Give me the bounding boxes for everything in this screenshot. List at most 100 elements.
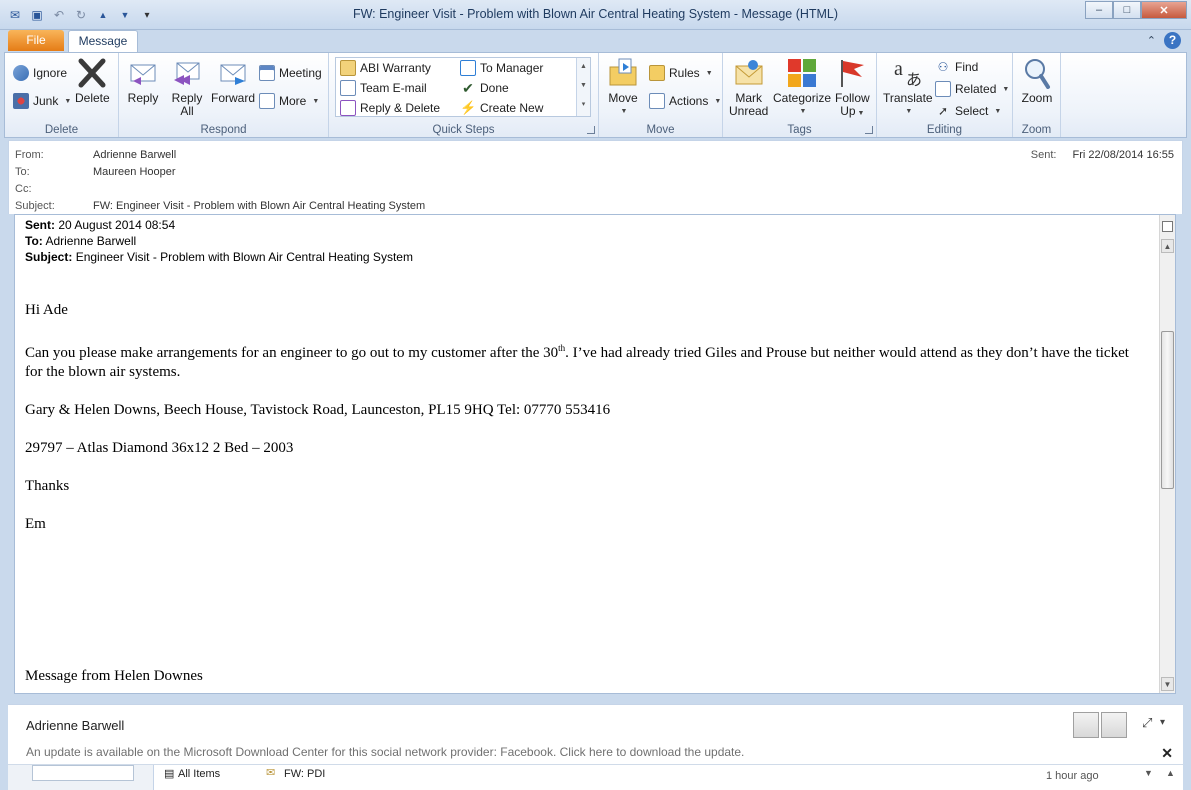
customer-address: Gary & Helen Downs, Beech House, Tavisto… — [25, 402, 611, 418]
avatar[interactable] — [1101, 712, 1127, 738]
minimize-button[interactable]: – — [1085, 1, 1113, 19]
cursor-icon: ➚ — [937, 104, 949, 118]
model-details: 29797 – Atlas Diamond 36x12 2 Bed – 2003 — [25, 440, 294, 456]
group-quick-steps: ABI Warranty Team E-mail Reply & Delete … — [329, 53, 599, 137]
message-body[interactable]: Sent: 20 August 2014 08:54 To: Adrienne … — [14, 214, 1176, 694]
calendar-icon — [259, 65, 275, 81]
lightning-icon: ⚡ — [460, 100, 477, 115]
greeting: Hi Ade — [25, 302, 68, 318]
select-button[interactable]: ➚ Select ▼ — [935, 101, 1001, 121]
junk-button[interactable]: Junk ▼ — [13, 91, 71, 111]
quick-steps-scroll[interactable]: ▲ ▼ ▾ — [576, 58, 590, 116]
vertical-scrollbar[interactable]: ▲ ▼ — [1159, 215, 1175, 693]
activity-list: ▤ All Items ✉ FW: PDI 1 hour ago ▼ ▲ — [153, 765, 1183, 790]
all-items-label[interactable]: All Items — [178, 768, 220, 780]
message-header: From: Adrienne Barwell To: Maureen Hoope… — [8, 140, 1183, 214]
footer-text: Message from Helen Downes — [25, 668, 203, 684]
delete-x-icon — [78, 58, 106, 88]
thanks-text: Thanks — [25, 478, 70, 494]
expand-icon[interactable]: ⤢ — [1142, 715, 1152, 731]
tags-launcher-icon[interactable] — [865, 126, 873, 134]
reply-all-button[interactable]: Reply All — [171, 57, 203, 118]
group-tags: Mark Unread Categorize ▼ Follow Up ▼ Tags — [723, 53, 877, 137]
junk-icon — [13, 93, 29, 109]
chevron-down-icon[interactable]: ▾ — [1160, 717, 1165, 728]
more-button[interactable]: More ▼ — [259, 91, 319, 111]
avatar[interactable] — [1073, 712, 1099, 738]
group-delete: Ignore Junk ▼ Delete Delete — [5, 53, 119, 137]
tab-message[interactable]: Message — [68, 30, 138, 53]
close-icon[interactable]: ✕ — [1161, 745, 1173, 762]
find-button[interactable]: ⚇ Find — [935, 57, 979, 77]
rules-button[interactable]: Rules ▼ — [649, 63, 713, 83]
zoom-button[interactable]: Zoom — [1021, 57, 1053, 105]
people-pane-name[interactable]: Adrienne Barwell — [26, 718, 124, 733]
group-label-editing: Editing — [926, 124, 963, 136]
quick-step-done[interactable]: ✔ Done — [460, 78, 509, 98]
help-icon[interactable]: ? — [1164, 32, 1181, 49]
collapse-ribbon-icon[interactable]: ⌃ — [1147, 34, 1156, 47]
rules-icon — [649, 65, 665, 81]
scroll-up-arrow-icon[interactable]: ▲ — [1161, 239, 1174, 253]
quick-step-abi-warranty[interactable]: ABI Warranty — [340, 58, 431, 78]
request-paragraph: Can you please make arrangements for an … — [25, 343, 1129, 380]
actions-button[interactable]: Actions ▼ — [649, 91, 721, 111]
scroll-up-icon[interactable]: ▲ — [577, 58, 590, 76]
activity-strip: ▤ All Items ✉ FW: PDI 1 hour ago ▼ ▲ — [8, 764, 1183, 790]
activity-item-subject[interactable]: FW: PDI — [284, 768, 325, 780]
people-pane-toggle-icon[interactable] — [1162, 221, 1173, 232]
forwarded-sent: Sent: 20 August 2014 08:54 — [25, 218, 176, 232]
ignore-button[interactable]: Ignore — [13, 63, 67, 83]
magnifier-icon — [1025, 59, 1050, 89]
chevron-down-icon[interactable]: ▼ — [1144, 768, 1153, 778]
delete-button[interactable]: Delete — [75, 57, 110, 105]
translate-button[interactable]: aあ Translate ▼ — [883, 57, 933, 118]
subject-value: FW: Engineer Visit - Problem with Blown … — [93, 200, 426, 212]
group-editing: aあ Translate ▼ ⚇ Find Related ▼ ➚ Select ▼… — [877, 53, 1013, 137]
related-button[interactable]: Related ▼ — [935, 79, 1009, 99]
categorize-icon — [788, 59, 817, 87]
reply-icon — [130, 64, 156, 85]
related-icon — [935, 81, 951, 97]
group-label-tags: Tags — [787, 124, 812, 136]
reply-button[interactable]: Reply — [127, 57, 159, 105]
meeting-button[interactable]: Meeting — [259, 63, 322, 83]
move-button[interactable]: Move ▼ — [607, 57, 639, 118]
expand-gallery-icon[interactable]: ▾ — [577, 96, 590, 114]
quick-step-create-new[interactable]: ⚡ Create New — [460, 98, 543, 118]
quick-step-to-manager[interactable]: To Manager — [460, 58, 543, 78]
filter-box[interactable] — [32, 765, 134, 781]
to-value[interactable]: Maureen Hooper — [93, 166, 176, 178]
categorize-button[interactable]: Categorize ▼ — [773, 57, 831, 118]
sent-label: Sent: — [1030, 149, 1057, 161]
flag-icon — [841, 60, 865, 87]
close-button[interactable]: ✕ — [1141, 1, 1187, 19]
message-content: Sent: 20 August 2014 08:54 To: Adrienne … — [25, 217, 1149, 686]
checkmark-icon: ✔ — [462, 79, 474, 96]
quick-step-reply-delete[interactable]: Reply & Delete — [340, 98, 440, 118]
mark-unread-button[interactable]: Mark Unread — [729, 57, 768, 118]
svg-text:あ: あ — [906, 70, 922, 89]
update-notice[interactable]: An update is available on the Microsoft … — [26, 745, 744, 759]
people-pane: Adrienne Barwell ⤢ ▾ An update is availa… — [8, 704, 1183, 790]
scroll-down-arrow-icon[interactable]: ▼ — [1161, 677, 1174, 691]
group-label-delete: Delete — [44, 124, 79, 136]
cc-label: Cc: — [15, 183, 32, 195]
scroll-down-icon[interactable]: ▼ — [577, 76, 590, 96]
from-value[interactable]: Adrienne Barwell — [93, 149, 176, 161]
group-label-move: Move — [646, 124, 675, 136]
forwarded-to: To: Adrienne Barwell — [25, 234, 137, 248]
group-label-quick-steps: Quick Steps — [432, 124, 495, 136]
ribbon-tabs: File Message ⌃ ? — [0, 30, 1191, 53]
quick-step-team-email[interactable]: Team E-mail — [340, 78, 427, 98]
folder-arrow-icon — [340, 60, 356, 76]
scroll-thumb[interactable] — [1161, 331, 1174, 489]
forward-button[interactable]: Forward — [211, 57, 255, 105]
to-label: To: — [15, 166, 30, 178]
quick-steps-launcher-icon[interactable] — [587, 126, 595, 134]
signoff-text: Em — [25, 516, 46, 532]
maximize-button[interactable]: □ — [1113, 1, 1141, 19]
scroll-up-icon[interactable]: ▲ — [1166, 768, 1175, 778]
tab-file[interactable]: File — [8, 30, 64, 51]
follow-up-button[interactable]: Follow Up ▼ — [835, 57, 870, 120]
